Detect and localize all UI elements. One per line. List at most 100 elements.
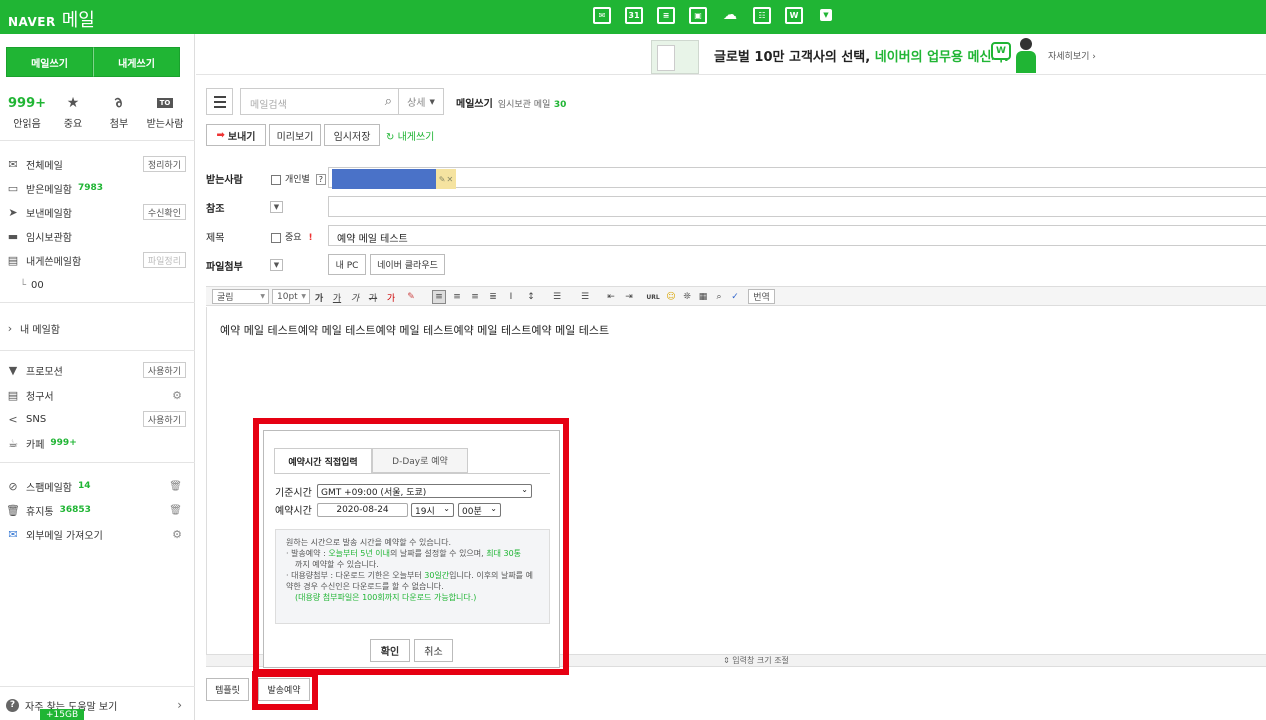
mail-body-text[interactable]: 예약 메일 테스트예약 메일 테스트예약 메일 테스트예약 메일 테스트예약 메… [220,322,609,338]
close-icon[interactable]: ✕ [447,175,454,184]
tab-direct-input[interactable]: 예약시간 직접입력 [274,448,372,473]
memo-icon[interactable]: ☷ [750,3,774,27]
tab-dday[interactable]: D-Day로 예약 [372,448,468,473]
align-center-button[interactable]: ≡ [450,290,464,304]
naver-mail-logo[interactable]: NAVER 메일 [8,6,95,32]
folder-self[interactable]: ▤ 내게쓴메일함 파일정리 [6,251,186,269]
folder-inbox[interactable]: ▭ 받은메일함 7983 [6,179,186,197]
template-button[interactable]: 템플릿 [206,678,249,701]
sns-use-button[interactable]: 사용하기 [142,411,186,427]
gear-icon[interactable]: ⚙ [172,389,182,402]
bold-button[interactable]: 가 [312,290,326,304]
emoji-button[interactable]: ☺ [664,290,678,304]
cloud-icon[interactable]: ☁ [718,3,742,27]
read-receipt-button[interactable]: 수신확인 [142,204,186,220]
strikethrough-button[interactable]: 가 [366,290,380,304]
cc-field[interactable] [328,196,1266,217]
help-mark[interactable]: ? [315,174,326,185]
folder-sub-00[interactable]: └ 00 [20,276,200,294]
clear-format-button[interactable]: Ⅰ [504,290,518,304]
help-link[interactable]: ? 자주 찾는 도움말 보기 › [6,696,186,714]
find-button[interactable]: ⌕ [712,290,726,304]
menu-button[interactable] [206,88,233,115]
important-checkbox[interactable] [271,232,281,243]
organize-button[interactable]: 정리하기 [142,156,186,172]
numbered-list-button[interactable]: ☰ [550,290,564,304]
address-book-icon[interactable]: ▣ [686,3,710,27]
timezone-select[interactable]: GMT +09:00 (서울, 도쿄) ⌄ [317,484,532,498]
trash-icon[interactable]: 🗑 [169,505,182,516]
save-draft-button[interactable]: 임시저장 [324,124,380,146]
outdent-button[interactable]: ⇤ [604,290,618,304]
align-left-button[interactable]: ≡ [432,290,446,304]
gear-icon[interactable]: ⚙ [172,528,182,541]
preview-button[interactable]: 미리보기 [269,124,321,146]
schedule-send-button[interactable]: 발송예약 [258,678,310,701]
table-button[interactable]: ▦ [696,290,710,304]
app-cafe[interactable]: ☕ 카페 999+ [6,434,186,452]
translate-button[interactable]: 번역 [748,289,775,304]
to-field[interactable] [328,167,1266,188]
contacts-list-icon[interactable]: ≡ [654,3,678,27]
text-color-button[interactable]: 가 [384,290,398,304]
external-mail-import[interactable]: ✉ 외부메일 가져오기 ⚙ [6,525,186,543]
folder-trash[interactable]: 🗑 휴지통 36853 🗑 [6,501,186,519]
folder-all[interactable]: ✉ 전체메일 정리하기 [6,155,186,173]
edit-icon[interactable]: ✎ [439,175,446,184]
folder-spam[interactable]: ⊘ 스팸메일함 14 🗑 [6,477,186,495]
important-option[interactable]: 중요 ! [271,230,313,243]
ad-more-link[interactable]: 자세히보기 › [1048,49,1096,62]
cancel-button[interactable]: 취소 [414,639,453,662]
align-justify-button[interactable]: ≣ [486,290,500,304]
line-height-button[interactable]: ↕ [524,290,538,304]
recipient-chip[interactable] [332,169,436,189]
search-icon[interactable]: ⌕ [385,94,392,109]
highlight-color-button[interactable]: ✎ [404,290,418,304]
promotion-use-button[interactable]: 사용하기 [142,362,186,378]
minute-select[interactable]: 00분 ⌄ [458,503,501,517]
italic-button[interactable]: 가 [348,290,362,304]
works-icon[interactable]: W [782,3,806,27]
trash-icon[interactable]: 🗑 [169,481,182,492]
send-button[interactable]: ➡ 보내기 [206,124,266,146]
recipient-chip-actions[interactable]: ✎ ✕ [436,169,456,189]
folder-sent[interactable]: ➤ 보낸메일함 수신확인 [6,203,186,221]
individual-send-option[interactable]: 개인별 ? [271,172,326,185]
quick-important[interactable]: ★ 중요 [52,94,94,130]
quick-unread[interactable]: 999+ 안읽음 [6,94,48,131]
align-right-button[interactable]: ≡ [468,290,482,304]
more-dropdown-icon[interactable]: ▼ [814,3,838,27]
app-sns[interactable]: < SNS 사용하기 [6,410,186,428]
quick-recipient[interactable]: TO 받는사람 [144,94,186,130]
write-mail-button[interactable]: 메일쓰기 [6,47,93,77]
special-char-button[interactable]: ❊ [680,290,694,304]
folder-drafts[interactable]: ▬ 임시보관함 [6,227,186,245]
app-promotion[interactable]: ▼ 프로모션 사용하기 [6,361,186,379]
font-size-select[interactable]: 10pt ▼ [272,289,310,304]
font-family-select[interactable]: 굴림 ▼ [212,289,269,304]
indent-button[interactable]: ⇥ [622,290,636,304]
search-input[interactable]: 메일검색 ⌕ [240,88,399,115]
ad-banner[interactable]: 글로벌 10만 고객사의 선택, 네이버의 업무용 메신저! W 자세히보기 › [196,34,1266,75]
subject-field[interactable]: 예약 메일 테스트 [328,225,1266,246]
file-organize-button[interactable]: 파일정리 [142,252,186,268]
naver-cloud-button[interactable]: 네이버 클라우드 [370,254,445,275]
write-to-self-link[interactable]: ↻ 내게쓰기 [386,128,434,143]
bullet-list-button[interactable]: ☰ [578,290,592,304]
drafts-link[interactable]: 임시보관 메일 [498,100,551,110]
attach-dropdown[interactable]: ▼ [270,259,283,271]
my-pc-button[interactable]: 내 PC [328,254,366,275]
app-bills[interactable]: ▤ 청구서 ⚙ [6,386,186,404]
hour-select[interactable]: 19시 ⌄ [411,503,454,517]
confirm-button[interactable]: 확인 [370,639,410,662]
link-button[interactable]: URL [646,290,660,304]
cc-dropdown[interactable]: ▼ [270,201,283,213]
my-mailbox-toggle[interactable]: › 내 메일함 [6,319,186,337]
mail-home-icon[interactable]: ✉ [590,3,614,27]
underline-button[interactable]: 가 [330,290,344,304]
calendar-icon[interactable]: 31 [622,3,646,27]
individual-checkbox[interactable] [271,174,281,185]
date-input[interactable]: 2020-08-24 [317,503,408,517]
quick-attachment[interactable]: ∂ 첨부 [98,94,140,130]
spellcheck-button[interactable]: ✓ [728,290,742,304]
